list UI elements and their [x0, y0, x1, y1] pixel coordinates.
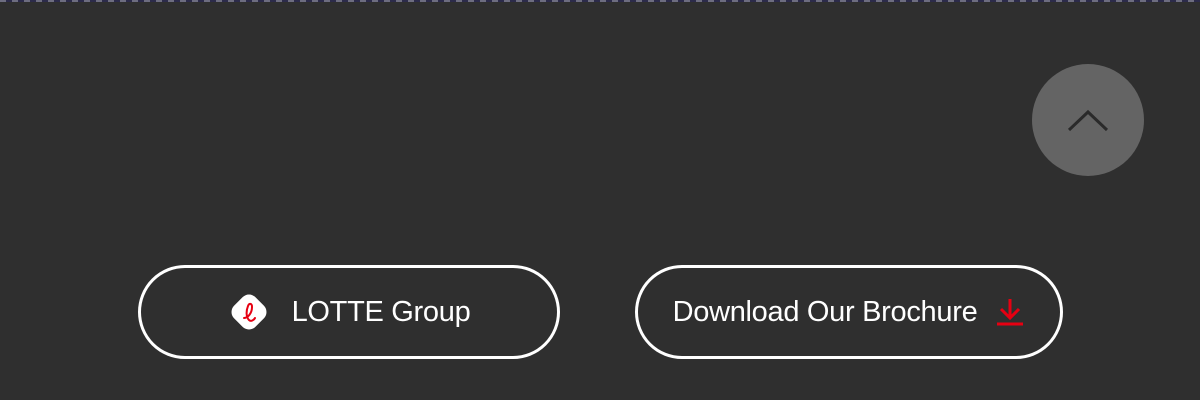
- download-brochure-label: Download Our Brochure: [672, 295, 978, 328]
- lotte-logo-icon: [228, 291, 270, 333]
- footer-section: LOTTE Group Download Our Brochure: [0, 0, 1200, 400]
- scroll-to-top-button[interactable]: [1032, 64, 1144, 176]
- download-brochure-button[interactable]: Download Our Brochure: [635, 265, 1063, 359]
- lotte-group-button[interactable]: LOTTE Group: [138, 265, 560, 359]
- top-divider: [0, 0, 1200, 2]
- download-icon: [995, 297, 1025, 327]
- chevron-up-icon: [1067, 109, 1109, 132]
- lotte-group-label: LOTTE Group: [291, 295, 471, 328]
